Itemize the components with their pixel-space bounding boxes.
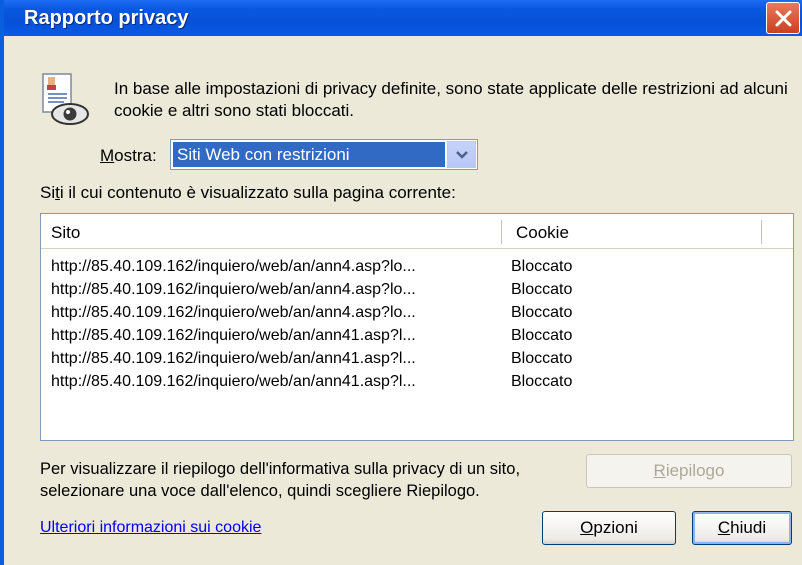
list-item[interactable]: http://85.40.109.162/inquiero/web/an/ann… (41, 325, 793, 348)
list-item[interactable]: http://85.40.109.162/inquiero/web/an/ann… (41, 279, 793, 302)
list-item[interactable]: http://85.40.109.162/inquiero/web/an/ann… (41, 302, 793, 325)
filter-select[interactable]: Siti Web con restrizioni (170, 139, 478, 170)
summary-button[interactable]: Riepilogo (586, 454, 792, 488)
privacy-report-dialog: Rapporto privacy In base alle impostazio… (0, 0, 802, 565)
filter-select-value: Siti Web con restrizioni (173, 142, 445, 167)
filter-label: Mostra: (100, 146, 157, 165)
site-url: http://85.40.109.162/inquiero/web/an/ann… (51, 304, 416, 321)
close-button[interactable] (766, 2, 800, 34)
site-url: http://85.40.109.162/inquiero/web/an/ann… (51, 327, 416, 344)
cookie-status: Bloccato (511, 281, 573, 298)
column-header-cookie[interactable]: Cookie (516, 223, 569, 243)
dropdown-button[interactable] (447, 141, 476, 168)
list-header: Sito Cookie (41, 214, 793, 249)
cookie-status: Bloccato (511, 373, 573, 390)
chevron-down-icon (456, 151, 468, 159)
cookie-info-link[interactable]: Ulteriori informazioni sui cookie (40, 519, 261, 537)
site-url: http://85.40.109.162/inquiero/web/an/ann… (51, 373, 416, 390)
close-icon (775, 10, 792, 27)
column-header-site[interactable]: Sito (51, 223, 80, 243)
options-button[interactable]: Opzioni (542, 511, 676, 545)
site-url: http://85.40.109.162/inquiero/web/an/ann… (51, 281, 416, 298)
sites-label: Siti il cui contenuto è visualizzato sul… (40, 183, 456, 202)
list-item[interactable]: http://85.40.109.162/inquiero/web/an/ann… (41, 256, 793, 279)
privacy-report-icon (40, 72, 90, 130)
column-divider[interactable] (501, 220, 503, 244)
cookie-status: Bloccato (511, 327, 573, 344)
info-message: In base alle impostazioni di privacy def… (114, 79, 788, 120)
window-title: Rapporto privacy (24, 7, 189, 29)
title-bar: Rapporto privacy (4, 0, 802, 36)
close-dialog-button[interactable]: Chiudi (692, 511, 792, 545)
list-item[interactable]: http://85.40.109.162/inquiero/web/an/ann… (41, 348, 793, 371)
list-item[interactable]: http://85.40.109.162/inquiero/web/an/ann… (41, 371, 793, 394)
summary-instructions: Per visualizzare il riepilogo dell'infor… (40, 460, 521, 500)
site-url: http://85.40.109.162/inquiero/web/an/ann… (51, 258, 416, 275)
cookie-status: Bloccato (511, 350, 573, 367)
cookie-status: Bloccato (511, 258, 573, 275)
site-url: http://85.40.109.162/inquiero/web/an/ann… (51, 350, 416, 367)
column-divider[interactable] (761, 220, 763, 244)
cookie-status: Bloccato (511, 304, 573, 321)
sites-list[interactable]: Sito Cookie http://85.40.109.162/inquier… (40, 213, 794, 441)
